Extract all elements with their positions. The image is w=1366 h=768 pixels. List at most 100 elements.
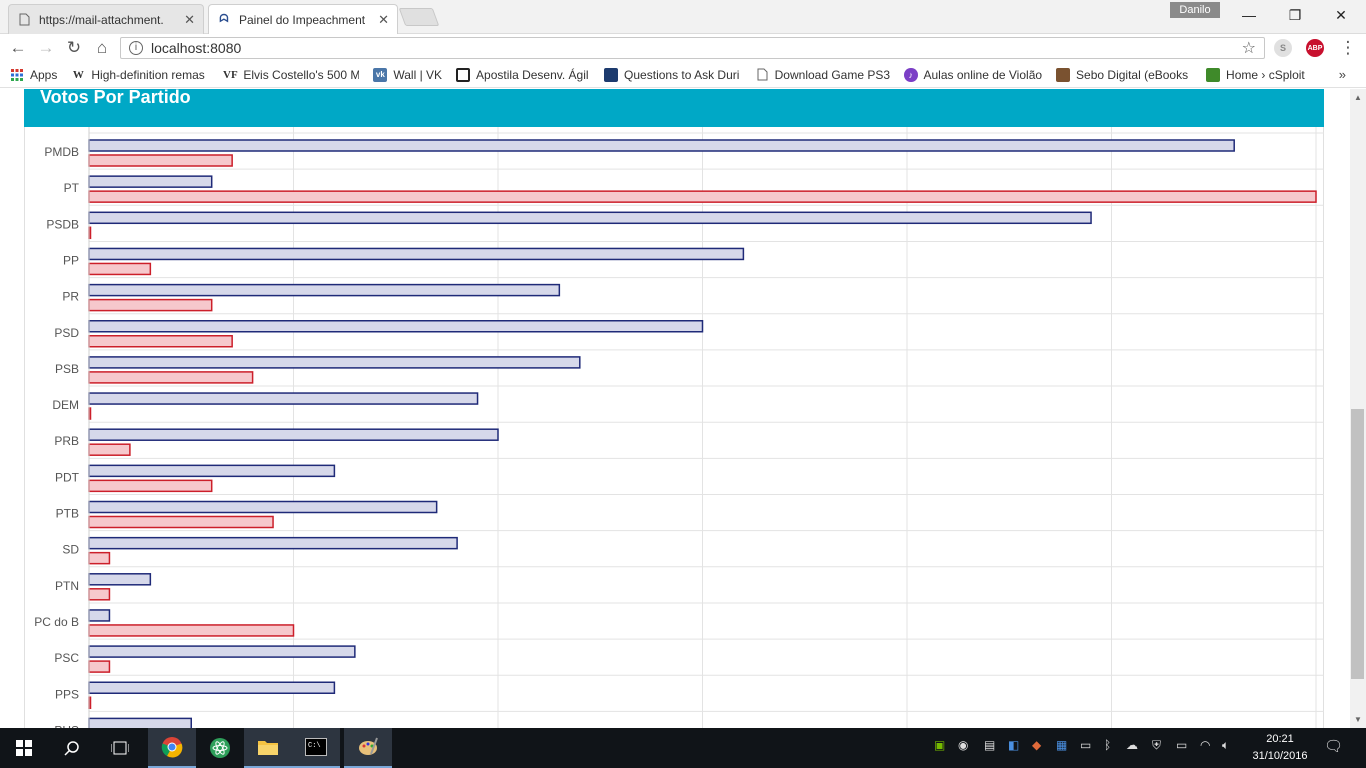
menu-icon[interactable]: ⋮ (1334, 36, 1362, 60)
vk-icon: vk (373, 67, 388, 82)
category-label: PP (63, 253, 79, 267)
network-drive-icon[interactable]: ▤ (984, 738, 995, 752)
reload-icon[interactable]: ↻ (60, 36, 88, 60)
category-label: PDT (55, 470, 80, 484)
bluetooth-icon[interactable]: ᛒ (1104, 738, 1111, 752)
app-tray-icon[interactable]: ◆ (1032, 738, 1041, 752)
display-icon[interactable]: ▭ (1080, 738, 1091, 752)
url-text[interactable]: localhost:8080 (151, 40, 1242, 56)
bar-phs-series-1 (88, 717, 192, 728)
bar-psb-series-2 (88, 371, 254, 384)
bookmark-label: Aulas online de Violão (923, 67, 1043, 82)
new-tab-button[interactable] (398, 8, 440, 26)
app-tray-icon[interactable]: ▦ (1056, 738, 1067, 752)
profile-button[interactable]: Danilo (1170, 2, 1220, 18)
tab-painel-do-impeachment[interactable]: ᗣ Painel do Impeachment ✕ (208, 4, 398, 34)
bar-sd-series-1 (88, 536, 458, 550)
steam-icon[interactable]: ◉ (958, 738, 968, 752)
bookmark-high-definition[interactable]: W High-definition remas (71, 68, 209, 82)
page-scrollbar[interactable]: ▲ ▼ (1350, 89, 1366, 728)
battery-icon[interactable]: ▭ (1176, 738, 1187, 752)
terminal-icon[interactable]: C:\ (292, 728, 340, 768)
paint-icon[interactable] (344, 728, 392, 768)
bar-psc-series-1 (88, 645, 356, 658)
bookmark-sebo-digital[interactable]: Sebo Digital (eBooks (1056, 67, 1192, 82)
bookmarks-overflow-button[interactable]: » (1339, 67, 1346, 82)
bar-pc-do-b-series-2 (88, 624, 295, 637)
onedrive-icon[interactable]: ☁ (1126, 738, 1138, 752)
category-label: PSDB (46, 217, 79, 231)
category-label: PMDB (44, 145, 79, 159)
notifications-icon[interactable]: 🗨︎ (1324, 737, 1343, 755)
bar-pdt-series-1 (88, 464, 336, 478)
search-icon[interactable] (48, 728, 96, 768)
tab-mail-attachment[interactable]: https://mail-attachment. ✕ (8, 4, 204, 34)
home-icon[interactable]: ⌂ (88, 36, 116, 60)
category-label: PR (62, 290, 79, 304)
bar-pps-series-1 (88, 681, 336, 694)
tab-strip: https://mail-attachment. ✕ ᗣ Painel do I… (0, 0, 1366, 34)
app-tray-icon[interactable]: ◧ (1008, 738, 1019, 752)
minimize-icon[interactable]: — (1226, 4, 1272, 26)
bar-pp-series-2 (88, 262, 152, 276)
bar-ptn-series-1 (88, 573, 152, 586)
bar-pt-series-2 (88, 190, 1317, 203)
bar-ptb-series-1 (88, 500, 438, 514)
wifi-icon[interactable]: ◠ (1200, 738, 1210, 752)
address-bar[interactable]: i localhost:8080 ☆ (120, 37, 1265, 59)
bookmark-icon (604, 67, 619, 82)
restore-icon[interactable]: ❐ (1272, 4, 1318, 26)
clock[interactable]: 20:21 31/10/2016 (1250, 731, 1310, 765)
close-icon[interactable]: ✕ (378, 12, 389, 28)
bookmark-icon (456, 67, 471, 82)
bar-psd-series-2 (88, 335, 233, 348)
back-icon[interactable]: ← (4, 36, 32, 60)
nvidia-icon[interactable]: ▣ (934, 738, 945, 752)
bar-pmdb-series-2 (88, 154, 233, 167)
bookmark-wall-vk[interactable]: vk Wall | VK (373, 67, 443, 82)
skype-icon[interactable]: S (1274, 39, 1292, 57)
bar-pr-series-2 (88, 298, 213, 312)
close-window-icon[interactable]: ✕ (1318, 4, 1364, 26)
clock-date: 31/10/2016 (1252, 750, 1308, 762)
bookmark-label: Questions to Ask Duri (624, 67, 740, 82)
adblock-plus-icon[interactable]: ABP (1306, 39, 1324, 57)
bookmark-aulas-online[interactable]: ♪ Aulas online de Violão (904, 67, 1043, 82)
file-explorer-icon[interactable] (244, 728, 292, 768)
info-icon[interactable]: i (129, 41, 143, 55)
wikipedia-icon: W (72, 68, 84, 81)
bookmark-apps[interactable]: Apps (10, 68, 57, 82)
page-content: Votos Por Partido PMDB PT PSDB PP PR PSD PSB DE… (0, 89, 1350, 728)
bar-pr-series-1 (88, 283, 561, 297)
bookmark-csploit[interactable]: Home › cSploit (1206, 67, 1305, 82)
bookmark-label: Apps (30, 67, 58, 82)
bookmark-questions[interactable]: Questions to Ask Duri (604, 67, 742, 82)
start-icon[interactable] (0, 728, 48, 768)
defender-icon[interactable]: ⛨ (1152, 738, 1161, 753)
bar-pp-series-1 (88, 247, 745, 261)
bookmark-apostila[interactable]: Apostila Desenv. Ágil (456, 67, 590, 82)
bookmark-label: Elvis Costello's 500 M (243, 67, 360, 82)
volume-icon[interactable]: 🔈︎ (1222, 738, 1229, 753)
scroll-down-icon[interactable]: ▼ (1354, 715, 1362, 724)
scroll-thumb[interactable] (1351, 409, 1364, 679)
page-icon (756, 68, 769, 82)
chrome-icon[interactable] (148, 728, 196, 768)
scroll-up-icon[interactable]: ▲ (1354, 93, 1362, 102)
bookmark-label: Apostila Desenv. Ágil (476, 67, 589, 82)
task-view-icon[interactable] (96, 728, 144, 768)
atom-icon[interactable] (196, 728, 244, 768)
category-label: PSB (55, 362, 79, 376)
bookmark-label: Wall | VK (393, 67, 443, 82)
close-icon[interactable]: ✕ (184, 12, 195, 28)
category-label: SD (62, 543, 79, 557)
taskbar: C:\ ▣ ◉ ▤ ◧ ◆ ▦ ▭ ᛒ ☁ ⛨ ▭ ◠ 🔈︎ 20:21 31/… (0, 728, 1366, 768)
category-label: PT (64, 181, 80, 195)
bookmark-star-icon[interactable]: ☆ (1242, 38, 1256, 58)
bookmark-download-game[interactable]: Download Game PS3 (756, 68, 890, 82)
bookmark-icon (1206, 67, 1221, 82)
forward-icon[interactable]: → (32, 36, 60, 60)
bar-psdb-series-1 (88, 211, 1092, 225)
bookmark-elvis-costello[interactable]: VF Elvis Costello's 500 M (223, 68, 359, 82)
bar-prb-series-1 (88, 428, 499, 441)
